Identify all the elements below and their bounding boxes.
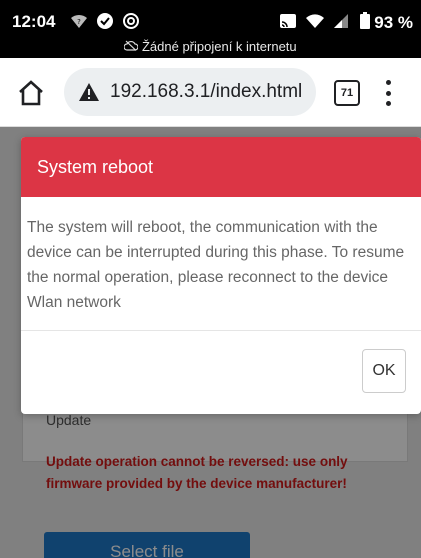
status-bar: 12:04 ? 93 % Žádné připojení k internetu <box>0 0 421 58</box>
home-icon <box>19 80 43 106</box>
cloud-off-icon <box>123 39 142 54</box>
status-right-icons <box>279 13 349 34</box>
battery-percent: 93 % <box>374 13 413 32</box>
status-time: 12:04 <box>12 12 56 31</box>
battery-icon <box>360 12 371 34</box>
home-button[interactable] <box>16 78 46 108</box>
reboot-dialog: System reboot The system will reboot, th… <box>21 137 421 414</box>
dialog-message: The system will reboot, the communicatio… <box>21 197 421 331</box>
tab-switcher-button[interactable]: 71 <box>334 80 360 106</box>
battery-indicator: 93 % <box>360 12 413 34</box>
wifi-question-icon: ? <box>70 13 88 34</box>
signal-icon <box>333 13 349 34</box>
dialog-title: System reboot <box>21 137 421 197</box>
dialog-footer: OK <box>21 331 421 413</box>
phone-screen: 12:04 ? 93 % Žádné připojení k internetu… <box>0 0 421 558</box>
wifi-icon <box>305 13 325 34</box>
cast-icon <box>279 13 297 34</box>
status-left-icons: ? <box>70 12 140 35</box>
ok-button[interactable]: OK <box>362 349 406 393</box>
menu-more-icon[interactable] <box>384 80 392 106</box>
offline-notice: Žádné připojení k internetu <box>0 38 421 54</box>
url-text[interactable]: 192.168.3.1/index.html <box>110 81 302 103</box>
address-bar[interactable]: 192.168.3.1/index.html <box>64 68 316 116</box>
offline-text: Žádné připojení k internetu <box>141 39 297 55</box>
browser-toolbar: 192.168.3.1/index.html 71 <box>0 58 421 127</box>
data-saver-icon <box>96 12 114 35</box>
at-icon <box>122 12 140 35</box>
warning-icon[interactable] <box>78 82 100 102</box>
svg-text:?: ? <box>77 18 81 26</box>
